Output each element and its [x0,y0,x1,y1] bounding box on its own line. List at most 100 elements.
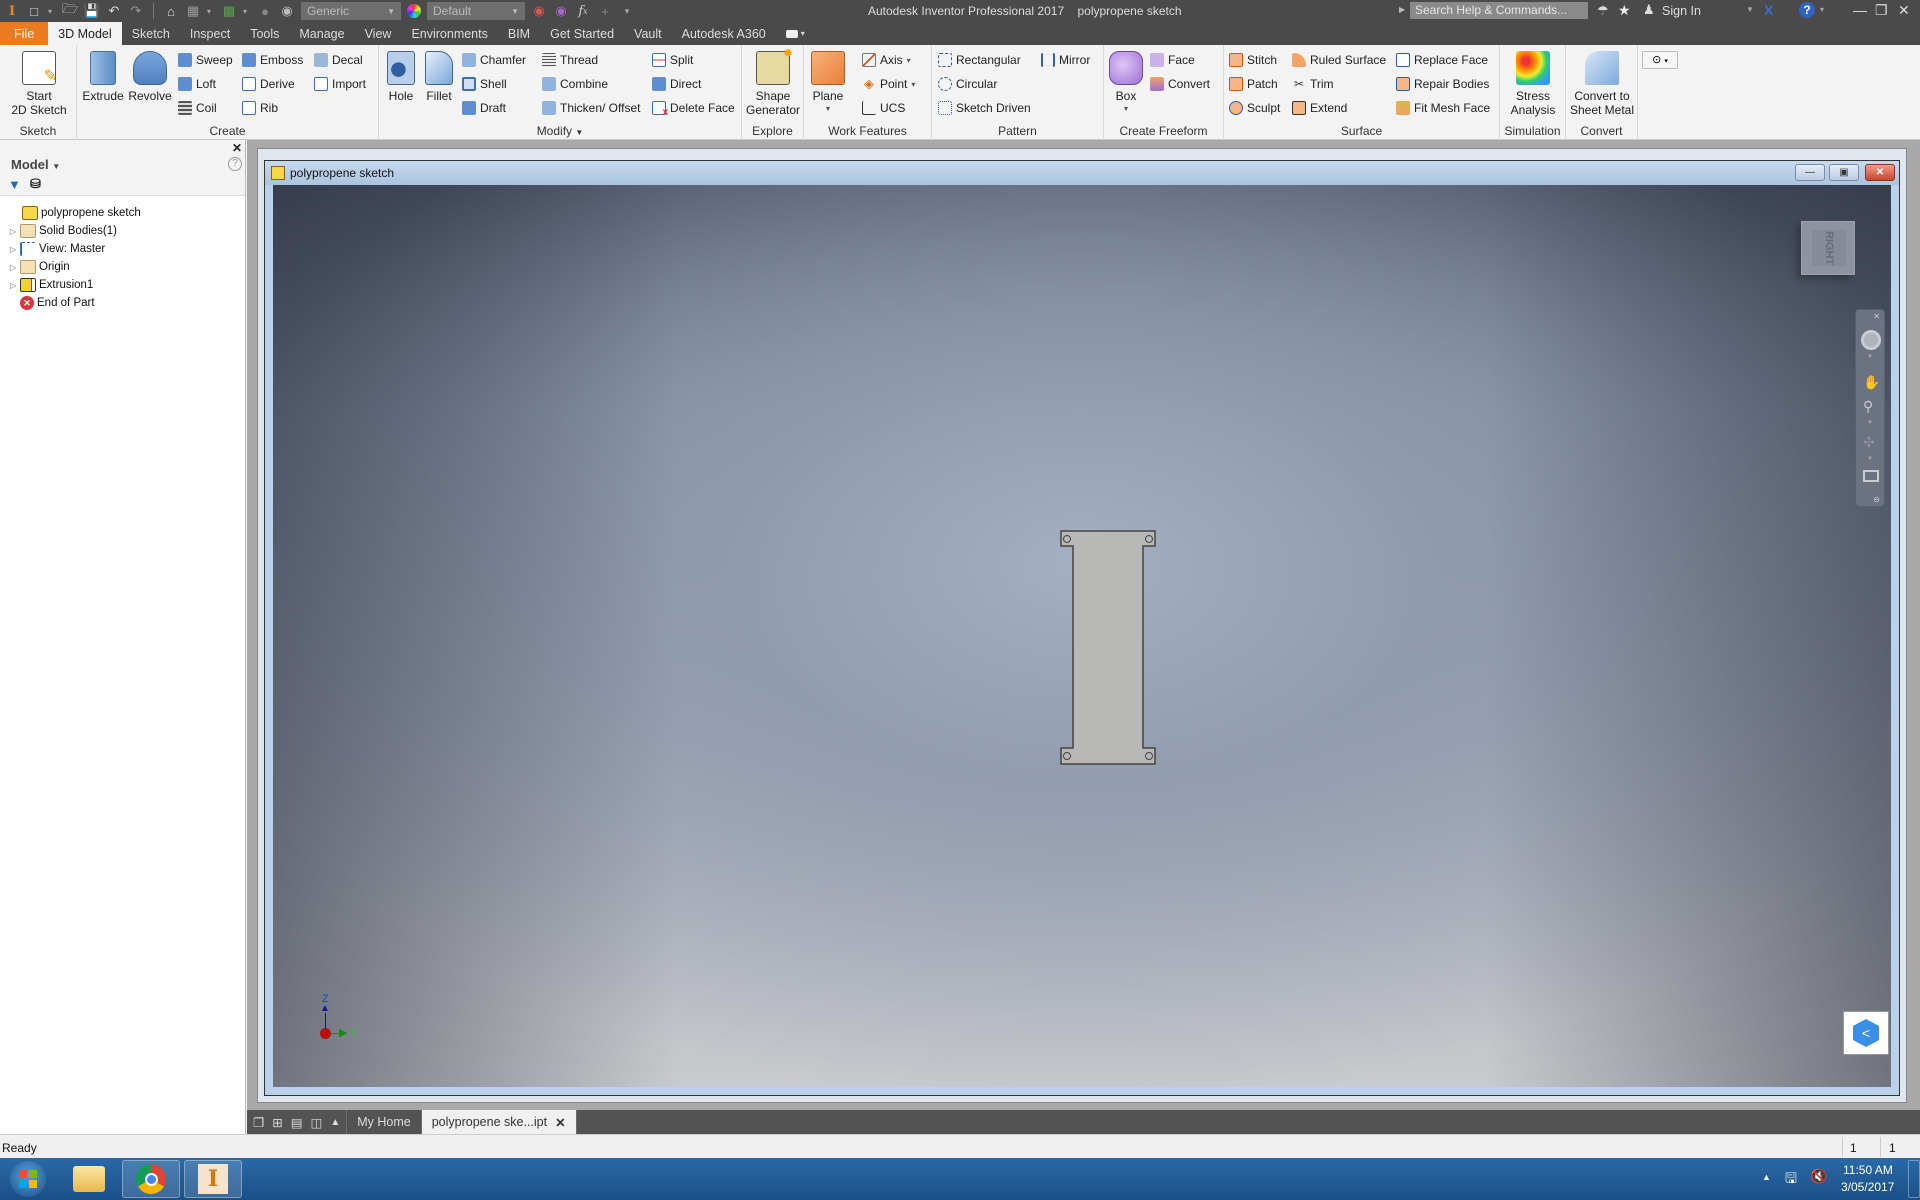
emboss-button[interactable]: Emboss [242,51,303,69]
extend-button[interactable]: Extend [1292,99,1347,117]
browser-help-icon[interactable]: ? [228,157,242,171]
document-list-icon[interactable]: ▲ [330,1117,340,1128]
viewcube[interactable]: RIGHT [1801,221,1855,275]
ucs-button[interactable]: UCS [862,99,905,117]
mirror-button[interactable]: Mirror [1041,51,1090,69]
home-icon[interactable]: ⌂ [163,3,179,19]
patch-button[interactable]: Patch [1229,75,1278,93]
split-button[interactable]: Split [652,51,693,69]
material-sphere-icon[interactable]: ◉ [279,3,295,19]
inventor-logo-icon[interactable]: I [4,3,20,19]
customize-qat-icon[interactable]: ▾ [619,3,635,19]
replace-face-button[interactable]: Replace Face [1396,51,1488,69]
doc-close-button[interactable]: ✕ [1865,164,1895,181]
plane-button[interactable]: Plane ▼ [808,51,848,117]
zoom-icon[interactable]: ⚲ [1863,398,1873,415]
doc-restore-button[interactable]: ▣ [1829,164,1859,181]
tree-item-extrusion1[interactable]: ▷ Extrusion1 [6,276,93,294]
trim-button[interactable]: ✂ Trim [1292,75,1334,93]
tile-horizontal-icon[interactable]: ▤ [291,1115,303,1130]
tree-item-part[interactable]: polypropene sketch [8,204,141,222]
clock-time[interactable]: 11:50 AM [1843,1163,1893,1177]
start-2d-sketch-button[interactable]: ✎ Start 2D Sketch [6,51,72,117]
chamfer-button[interactable]: Chamfer [462,51,526,69]
subscription-icon[interactable]: ☂ [1597,3,1609,19]
close-icon[interactable]: ✕ [1898,2,1910,19]
fit-mesh-face-button[interactable]: Fit Mesh Face [1396,99,1490,117]
expand-icon[interactable]: ▷ [6,281,20,290]
navbar-close-icon[interactable]: ✕ [1873,312,1880,321]
search-expand-icon[interactable]: ▶ [1399,5,1405,14]
steering-wheel-icon[interactable] [1861,330,1881,350]
material-select[interactable]: Generic ▼ [301,2,401,20]
stress-analysis-button[interactable]: Stress Analysis [1502,51,1564,117]
tile-vertical-icon[interactable]: ◫ [311,1115,323,1130]
properties-icon[interactable]: ● [257,3,273,19]
stitch-button[interactable]: Stitch [1229,51,1277,69]
share-view-button[interactable]: < [1843,1011,1889,1055]
viewcube-face-right[interactable]: RIGHT [1812,230,1846,266]
delete-face-button[interactable]: x Delete Face [652,99,735,118]
select-icon[interactable]: ▩ [221,3,237,19]
tree-item-origin[interactable]: ▷ Origin [6,258,70,276]
tab-polypropene-sketch[interactable]: polypropene ske...ipt ✕ [421,1110,577,1134]
draft-button[interactable]: Draft [462,99,506,117]
volume-muted-icon[interactable]: 🔇 [1810,1168,1827,1185]
tab-my-home[interactable]: My Home [347,1110,422,1134]
repair-bodies-button[interactable]: Repair Bodies [1396,75,1489,93]
help-icon[interactable]: ? [1799,2,1815,18]
taskbar-inventor-button[interactable]: I [184,1160,242,1198]
fillet-button[interactable]: Fillet [421,51,457,103]
thread-button[interactable]: Thread [542,51,598,69]
taskbar-explorer-button[interactable] [60,1160,118,1198]
sign-in-link[interactable]: Sign In [1662,4,1701,18]
chevron-down-icon[interactable]: ▼ [1867,456,1873,462]
search-help-input[interactable]: Search Help & Commands... [1410,2,1588,19]
plus-icon[interactable]: + [597,3,613,19]
adjust-appearance-icon[interactable]: ◉ [531,3,547,19]
expand-icon[interactable]: ▷ [6,263,20,272]
tab-sketch[interactable]: Sketch [122,22,180,45]
panel-title-modify[interactable]: Modify ▼ [379,124,741,138]
tree-item-end-of-part[interactable]: ✕ End of Part [6,294,95,312]
find-binoculars-icon[interactable]: ⛁ [30,176,41,192]
tree-item-solid-bodies[interactable]: ▷ Solid Bodies(1) [6,222,117,240]
tab-autodesk-a360[interactable]: Autodesk A360 [672,22,776,45]
expand-icon[interactable]: ▷ [6,227,20,236]
minimize-icon[interactable]: — [1853,2,1867,18]
update-icon[interactable]: ▦ [185,3,201,19]
decal-button[interactable]: Decal [314,51,363,69]
clear-appearance-icon[interactable]: ◉ [553,3,569,19]
open-folder-icon[interactable]: 🗁 [62,1,78,19]
point-button[interactable]: ◈ Point ▾ [862,75,915,93]
network-icon[interactable]: 🖫 [1785,1168,1797,1192]
tab-manage[interactable]: Manage [289,22,354,45]
browser-title-dropdown[interactable]: Model ▼ [11,157,60,172]
orbit-icon[interactable]: ✣ [1863,434,1875,451]
browser-close-icon[interactable]: ✕ [232,141,242,155]
show-desktop-button[interactable] [1908,1160,1920,1198]
chevron-down-icon[interactable]: ▼ [1867,420,1873,426]
thicken-offset-button[interactable]: Thicken/ Offset [542,99,640,117]
axis-button[interactable]: Axis ▾ [862,51,911,69]
tab-inspect[interactable]: Inspect [180,22,240,45]
tab-tools[interactable]: Tools [240,22,289,45]
derive-button[interactable]: Derive [242,75,295,93]
look-at-icon[interactable] [1863,470,1879,482]
navbar-options-icon[interactable]: ⊖ [1873,495,1880,504]
sketch-driven-pattern-button[interactable]: Sketch Driven [938,99,1031,117]
part-geometry[interactable] [1060,530,1160,766]
hole-button[interactable]: Hole [384,51,418,103]
new-file-icon[interactable]: □ [26,3,42,19]
parameters-fx-icon[interactable]: fx [575,3,591,19]
save-icon[interactable]: 💾 [84,3,100,19]
user-icon[interactable]: ♟ [1643,2,1655,18]
sweep-button[interactable]: Sweep [178,51,233,69]
revolve-button[interactable]: Revolve [126,51,174,103]
pan-hand-icon[interactable]: ✋ [1863,374,1880,391]
show-hidden-icons-icon[interactable]: ▲ [1762,1172,1771,1182]
clock-date[interactable]: 3/05/2017 [1841,1180,1894,1194]
undo-icon[interactable]: ↶ [106,3,122,19]
tab-bim[interactable]: BIM [498,22,540,45]
filter-icon[interactable]: ▼ [8,177,21,192]
